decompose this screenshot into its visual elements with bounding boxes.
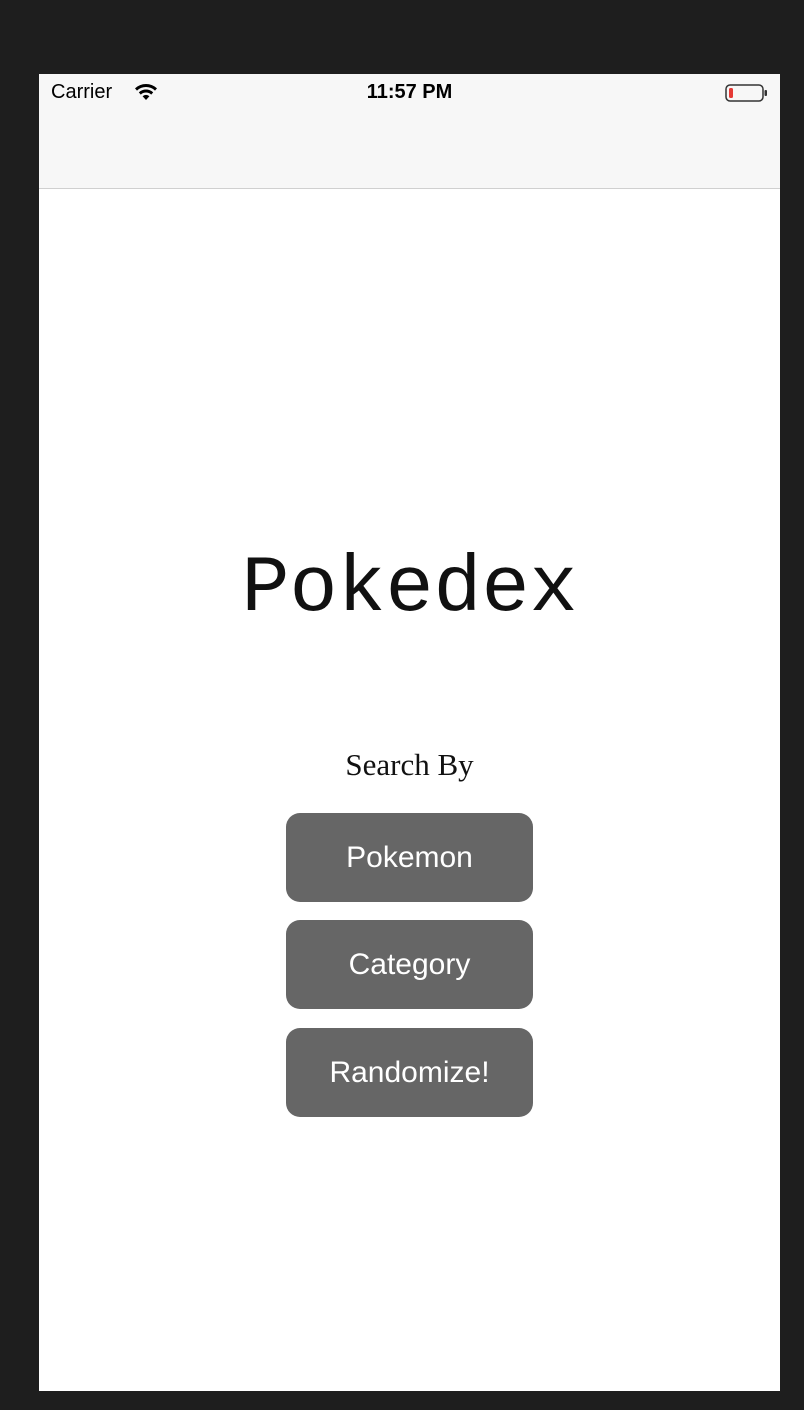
randomize-button[interactable]: Randomize! [286, 1028, 533, 1117]
category-button[interactable]: Category [286, 920, 533, 1009]
status-bar: Carrier 11:57 PM [39, 74, 780, 112]
search-by-label: Search By [345, 747, 474, 782]
page-title: Pokedex [241, 544, 578, 635]
pokemon-button[interactable]: Pokemon [286, 813, 533, 902]
status-time: 11:57 PM [366, 81, 453, 103]
battery-icon [725, 83, 769, 103]
app-screen: Carrier 11:57 PM Pokedex Search By Pokem… [39, 74, 780, 1391]
navigation-bar: Carrier 11:57 PM [39, 74, 780, 189]
